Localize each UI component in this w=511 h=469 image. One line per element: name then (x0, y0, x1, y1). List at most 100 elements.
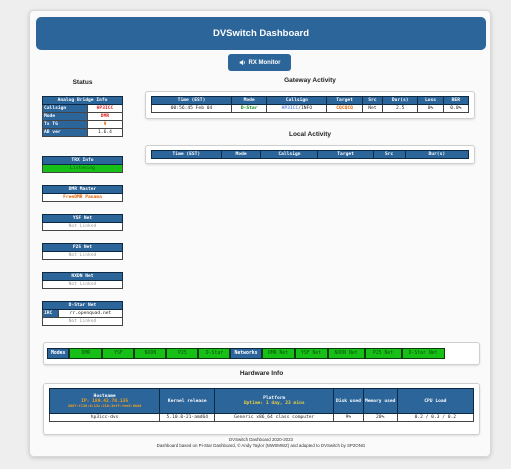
gw-col-ber: BER (442, 96, 470, 105)
dmr-master-header: DMR Master (42, 185, 123, 194)
speaker-icon (239, 59, 245, 66)
hw-platform: Generic x86_64 class computer (214, 413, 335, 422)
analog-bridge-panel: Analog Bridge Info Callsign HP3ICC Mode … (42, 96, 124, 137)
hw-disk: 9% (333, 413, 364, 422)
net-dmr-indicator: DMR Net (261, 348, 295, 359)
page-header: DVSwitch Dashboard (36, 17, 486, 50)
gw-callsign-suffix: /INFO (298, 106, 313, 111)
dashboard-page: DVSwitch Dashboard RX Monitor Status Ana… (29, 10, 491, 457)
rx-monitor-label: RX Monitor (248, 59, 281, 66)
local-col-src: Src (372, 150, 406, 159)
nxdn-net-value: Not Linked (42, 280, 123, 289)
tx-tg-label: Tx TG (42, 120, 88, 129)
net-dstar-indicator: D-Star Net (401, 348, 445, 359)
ysf-net-header: YSF Net (42, 214, 123, 223)
gw-target: CQCQCQ (326, 104, 363, 113)
irc-value: rr.openquad.net (58, 309, 123, 318)
hw-kernel: 5.10.0-21-amd64 (159, 413, 216, 422)
analog-bridge-header: Analog Bridge Info (42, 96, 123, 105)
net-ysf-indicator: YSF Net (294, 348, 328, 359)
page-footer: DVSwitch Dashboard 2020-2023 Dashboard b… (30, 437, 492, 449)
dstar-net-value: Not Linked (42, 317, 123, 326)
gw-col-target: Target (326, 96, 363, 105)
mode-value: DMR (86, 112, 124, 121)
local-col-dur: Dur(s) (404, 150, 470, 159)
gw-time: 00:56:45 Feb 04 (150, 104, 233, 113)
gw-dur: 2.5 (382, 104, 419, 113)
nxdn-net-header: NXDN Net (42, 272, 123, 281)
dmr-master-value: FreeDMR Panama (42, 193, 123, 202)
modes-label: Modes (47, 348, 70, 359)
mode-ysf-indicator: YSF (102, 348, 135, 359)
local-activity-title: Local Activity (288, 131, 332, 138)
modes-networks-bar: Modes DMR YSF NXDN P25 D-Star Networks D… (43, 342, 480, 365)
hardware-info-panel: Hostname IP: 189.42.78.135 2607:f130:0:1… (43, 383, 480, 435)
networks-label: Networks (230, 348, 262, 359)
p25-net-value: Not Linked (42, 251, 123, 260)
hw-col-platform: Platform Uptime: 1 day, 23 mins (214, 388, 335, 414)
mode-label: Mode (42, 112, 88, 121)
dstar-net-panel: D-Star Net IRC rr.openquad.net Not Linke… (42, 301, 123, 326)
hw-col-hostname: Hostname IP: 189.42.78.135 2607:f130:0:1… (48, 388, 161, 414)
gateway-activity-table: Time (EST) Mode Callsign Target Src Dur(… (150, 96, 470, 113)
gateway-activity-title: Gateway Activity (284, 77, 336, 84)
table-row: 00:56:45 Feb 04 D-Star HP3ICC/INFO CQCQC… (150, 104, 470, 113)
gw-col-callsign: Callsign (266, 96, 328, 105)
ab-ver-label: AB ver (42, 128, 88, 137)
gw-col-loss: Loss (417, 96, 444, 105)
gateway-activity-panel: Time (EST) Mode Callsign Target Src Dur(… (145, 91, 475, 119)
local-col-mode: Mode (220, 150, 262, 159)
tx-tg-value: 9 (86, 120, 124, 129)
local-activity-table: Time (EST) Mode Callsign Target Src Dur(… (151, 150, 470, 159)
hw-col-disk: Disk used (333, 388, 364, 414)
hw-col-kernel: Kernel release (159, 388, 216, 414)
dmr-master-panel: DMR Master FreeDMR Panama (42, 185, 123, 202)
trx-header: TRX Info (42, 156, 123, 165)
rx-monitor-button[interactable]: RX Monitor (228, 54, 291, 71)
local-col-callsign: Callsign (260, 150, 319, 159)
irc-label: IRC (42, 309, 59, 318)
hw-col-cpu: CPU Load (396, 388, 475, 414)
ysf-net-value: Not Linked (42, 222, 123, 231)
hw-uptime: Uptime: 1 day, 23 mins (243, 401, 305, 406)
ab-ver-value: 1.6.4 (86, 128, 124, 137)
dstar-net-header: D-Star Net (42, 301, 123, 310)
trx-status: Listening (42, 164, 123, 173)
gw-src: Net (361, 104, 384, 113)
hw-ipv6: 2607:f130:0:13c:218:3eff:fee5:6b80 (67, 404, 142, 408)
gw-loss: 0% (417, 104, 444, 113)
mode-p25-indicator: P25 (166, 348, 199, 359)
gw-col-src: Src (361, 96, 384, 105)
ysf-net-panel: YSF Net Not Linked (42, 214, 123, 231)
gw-callsign-link[interactable]: HP3ICC (282, 106, 299, 111)
p25-net-panel: P25 Net Not Linked (42, 243, 123, 260)
gw-ber: 0.0% (442, 104, 470, 113)
hardware-info-title: Hardware Info (239, 370, 284, 377)
footer-line-2: Dashboard based on Pi-Star Dashboard, © … (156, 443, 366, 448)
net-p25-indicator: P25 Net (364, 348, 402, 359)
gw-col-dur: Dur(s) (382, 96, 419, 105)
mode-nxdn-indicator: NXDN (134, 348, 167, 359)
trx-panel: TRX Info Listening (42, 156, 123, 173)
mode-dmr-indicator: DMR (69, 348, 103, 359)
callsign-value: HP3ICC (86, 104, 124, 113)
gw-col-mode: Mode (231, 96, 268, 105)
hardware-info-table: Hostname IP: 189.42.78.135 2607:f130:0:1… (48, 388, 475, 422)
hw-cpu: 0.2 / 0.3 / 0.2 (396, 413, 475, 422)
hw-hostname: hp3icc-dvs (48, 413, 161, 422)
local-col-target: Target (317, 150, 374, 159)
gw-mode: D-Star (231, 104, 268, 113)
callsign-label: Callsign (42, 104, 88, 113)
table-row: hp3icc-dvs 5.10.0-21-amd64 Generic x86_6… (48, 413, 475, 422)
status-title: Status (72, 79, 93, 86)
hw-memory: 20% (362, 413, 398, 422)
gw-col-time: Time (EST) (150, 96, 233, 105)
local-activity-panel: Time (EST) Mode Callsign Target Src Dur(… (145, 145, 475, 164)
nxdn-net-panel: NXDN Net Not Linked (42, 272, 123, 289)
mode-dstar-indicator: D-Star (198, 348, 231, 359)
local-col-time: Time (EST) (151, 150, 222, 159)
gw-callsign-cell: HP3ICC/INFO (266, 104, 328, 113)
hw-col-memory: Memory used (362, 388, 398, 414)
p25-net-header: P25 Net (42, 243, 123, 252)
page-title: DVSwitch Dashboard (212, 28, 310, 39)
